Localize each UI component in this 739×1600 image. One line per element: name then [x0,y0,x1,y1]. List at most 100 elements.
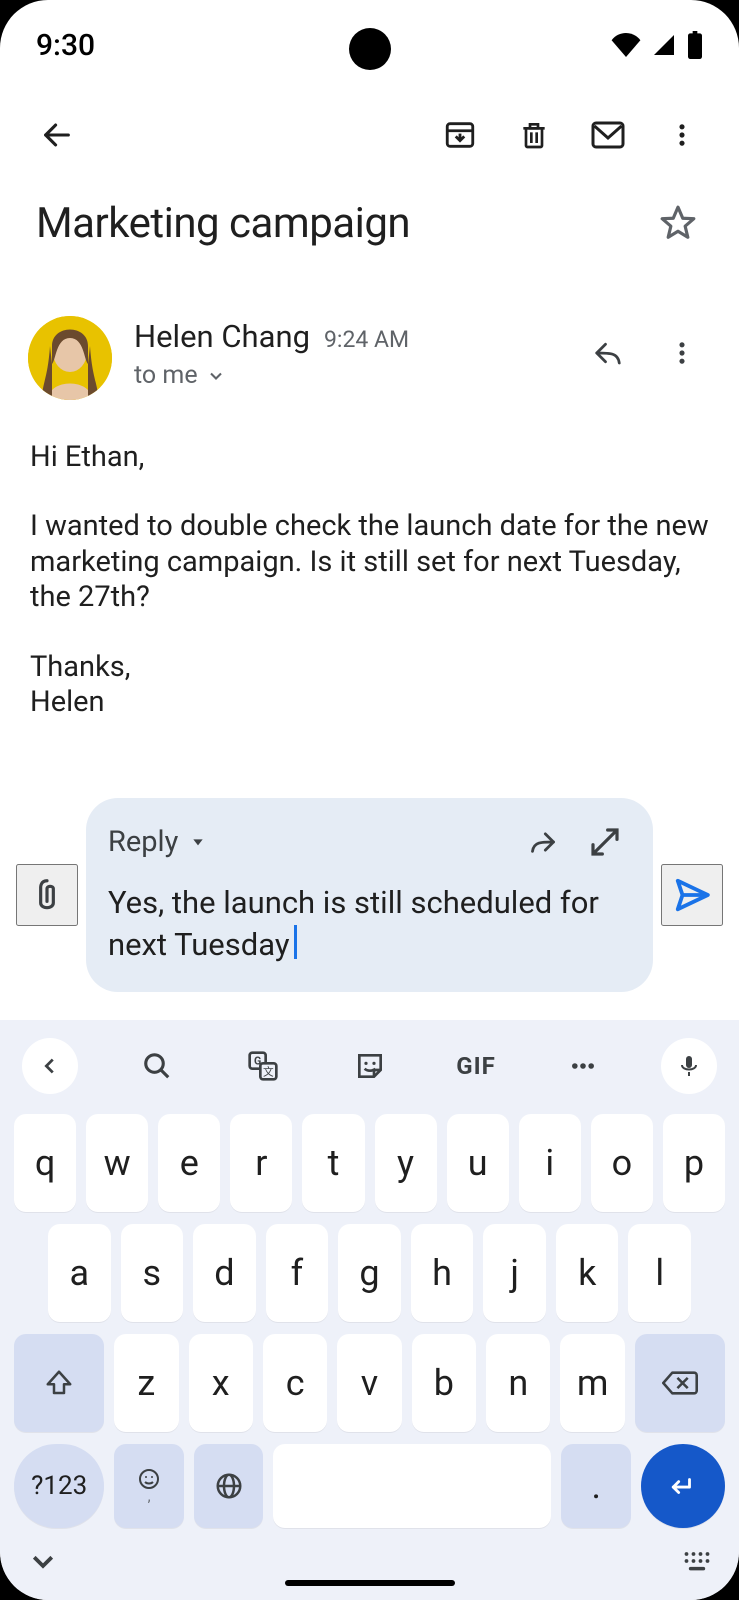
forward-icon [526,828,560,856]
key-c[interactable]: c [263,1334,327,1432]
shift-icon [44,1368,74,1398]
more-horizontal-icon [569,1052,597,1080]
reply-icon [590,338,626,368]
key-p[interactable]: p [663,1114,725,1212]
sticker-icon [354,1050,386,1082]
key-language[interactable] [194,1444,264,1528]
key-d[interactable]: d [193,1224,256,1322]
more-vertical-icon [668,121,696,149]
key-t[interactable]: t [302,1114,364,1212]
key-emoji[interactable]: , [114,1444,184,1528]
wifi-icon [611,33,641,57]
on-screen-keyboard: G文 GIF qwertyuiop asdfghjkl zxcvbnm [0,1020,739,1600]
nav-pill[interactable] [285,1580,455,1586]
body-signoff: Thanks, [30,650,130,684]
key-e[interactable]: e [158,1114,220,1212]
key-v[interactable]: v [337,1334,401,1432]
back-button[interactable] [20,98,94,172]
sender-time: 9:24 AM [324,326,409,353]
kb-gif-button[interactable]: GIF [448,1038,504,1094]
expand-icon [589,826,621,858]
delete-button[interactable] [497,98,571,172]
svg-text:文: 文 [263,1065,274,1078]
key-shift[interactable] [14,1334,104,1432]
attach-button[interactable] [16,864,78,926]
expand-button[interactable] [579,816,631,868]
key-enter[interactable] [641,1444,725,1528]
chevron-left-icon [39,1055,61,1077]
trash-icon [518,118,550,152]
key-x[interactable]: x [189,1334,253,1432]
kb-more-button[interactable] [555,1038,611,1094]
body-paragraph: I wanted to double check the launch date… [30,509,709,615]
key-s[interactable]: s [121,1224,184,1322]
key-j[interactable]: j [483,1224,546,1322]
globe-icon [214,1471,244,1501]
key-period[interactable]: . [561,1444,631,1528]
chevron-down-icon [28,1546,58,1576]
kb-mic-button[interactable] [661,1038,717,1094]
backspace-icon [662,1369,698,1397]
archive-button[interactable] [423,98,497,172]
text-cursor [294,925,297,959]
reply-button[interactable] [571,316,645,390]
key-n[interactable]: n [486,1334,550,1432]
key-h[interactable]: h [411,1224,474,1322]
kb-search-button[interactable] [129,1038,185,1094]
body-signature: Helen [30,685,105,719]
enter-icon [667,1473,699,1499]
reply-text-input[interactable]: Yes, the launch is still scheduled for n… [108,884,599,963]
paperclip-icon [28,874,66,916]
key-b[interactable]: b [412,1334,476,1432]
reply-mode-label: Reply [108,825,178,859]
key-space[interactable] [273,1444,551,1528]
battery-icon [687,31,703,59]
key-a[interactable]: a [48,1224,111,1322]
chevron-down-icon [206,366,226,386]
mark-unread-button[interactable] [571,98,645,172]
key-z[interactable]: z [114,1334,178,1432]
key-symbols[interactable]: ?123 [14,1444,104,1528]
emoji-icon [137,1467,161,1491]
key-g[interactable]: g [338,1224,401,1322]
key-y[interactable]: y [375,1114,437,1212]
caret-down-icon[interactable] [188,834,208,850]
reply-card[interactable]: Reply Yes, the launch is still scheduled… [86,798,653,992]
key-o[interactable]: o [591,1114,653,1212]
star-button[interactable] [641,186,715,260]
body-greeting: Hi Ethan, [30,440,709,475]
subject-row: Marketing campaign [0,180,739,274]
key-k[interactable]: k [556,1224,619,1322]
send-button[interactable] [661,864,723,926]
key-f[interactable]: f [266,1224,329,1322]
key-m[interactable]: m [560,1334,624,1432]
message-more-button[interactable] [645,316,719,390]
archive-icon [443,118,477,152]
kb-sticker-button[interactable] [342,1038,398,1094]
kb-translate-button[interactable]: G文 [235,1038,291,1094]
forward-button[interactable] [517,816,569,868]
kb-hide-button[interactable] [28,1546,58,1580]
kb-collapse-button[interactable] [22,1038,78,1094]
status-time: 9:30 [36,28,95,63]
more-button[interactable] [645,98,719,172]
camera-notch [349,28,391,70]
key-comma-hint: , [148,1489,151,1505]
kb-grid-button[interactable] [683,1550,711,1576]
key-backspace[interactable] [635,1334,725,1432]
key-w[interactable]: w [86,1114,148,1212]
translate-icon: G文 [247,1050,279,1082]
recipient-toggle[interactable]: to me [134,361,549,390]
key-u[interactable]: u [447,1114,509,1212]
avatar[interactable] [28,316,112,400]
sender-name: Helen Chang [134,318,310,355]
reply-area: Reply Yes, the launch is still scheduled… [0,730,739,1002]
sender-row: Helen Chang 9:24 AM to me [0,274,739,410]
key-l[interactable]: l [628,1224,691,1322]
mail-icon [590,120,626,150]
recipient-label: to me [134,361,198,390]
key-i[interactable]: i [519,1114,581,1212]
key-r[interactable]: r [230,1114,292,1212]
key-q[interactable]: q [14,1114,76,1212]
mic-icon [677,1051,701,1081]
